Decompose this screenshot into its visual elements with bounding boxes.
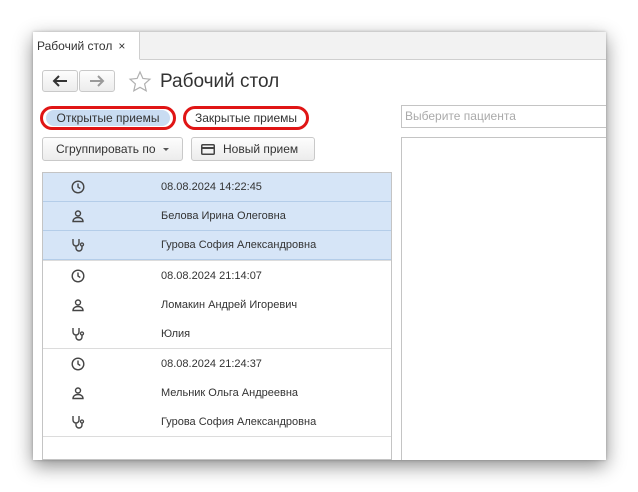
chevron-down-icon <box>162 148 169 151</box>
tab-bar: Рабочий стол × <box>33 32 606 60</box>
appointment-patient: Мельник Ольга Андреевна <box>161 386 299 399</box>
appointment-datetime-row: 08.08.2024 21:24:37 <box>43 349 391 378</box>
appointments-list[interactable]: 08.08.2024 14:22:45 Белова Ирина Олеговн… <box>42 172 392 460</box>
user-icon <box>72 298 84 311</box>
close-icon[interactable]: × <box>118 39 125 53</box>
appointment-item[interactable]: 08.08.2024 14:22:45 Белова Ирина Олеговн… <box>43 173 391 261</box>
appointment-datetime: 08.08.2024 21:14:07 <box>161 269 262 282</box>
appointment-patient-row: Ломакин Андрей Игоревич <box>43 290 391 319</box>
page-title: Рабочий стол <box>160 71 280 92</box>
appointment-patient-row: Белова Ирина Олеговна <box>43 202 391 231</box>
clock-icon <box>71 356 85 371</box>
arrow-left-icon <box>52 75 67 87</box>
appointment-item[interactable]: 08.08.2024 21:14:07 Ломакин Андрей Игоре… <box>43 261 391 349</box>
appointment-datetime-row: 08.08.2024 14:22:45 <box>43 173 391 202</box>
stethoscope-icon <box>72 239 85 252</box>
appointment-doctor-row: Юлия <box>43 319 391 348</box>
patient-search-input[interactable]: Выберите пациента <box>401 105 606 128</box>
appointment-doctor-row: Гурова София Александровна <box>43 407 391 436</box>
filter-open-label: Открытые приемы <box>56 111 160 125</box>
arrow-right-icon <box>90 75 105 87</box>
favorite-button[interactable] <box>128 70 152 99</box>
new-appointment-button[interactable]: Новый прием <box>191 137 315 161</box>
clock-icon <box>71 268 85 283</box>
appointment-datetime-row: 08.08.2024 21:14:07 <box>43 261 391 290</box>
user-icon <box>72 386 84 399</box>
appointment-patient-row: Мельник Ольга Андреевна <box>43 378 391 407</box>
star-icon <box>128 70 152 92</box>
tab-label: Рабочий стол <box>37 38 113 53</box>
appointment-patient: Белова Ирина Олеговна <box>161 210 286 222</box>
appointment-details-panel <box>401 137 606 460</box>
group-by-button[interactable]: Сгруппировать по <box>42 137 183 161</box>
appointment-doctor: Гурова София Александровна <box>161 239 317 251</box>
user-icon <box>72 210 84 223</box>
new-appointment-label: Новый прием <box>223 142 299 156</box>
appointment-datetime: 08.08.2024 21:24:37 <box>161 357 262 370</box>
back-button[interactable] <box>42 70 78 92</box>
filter-open-appointments[interactable]: Открытые приемы <box>40 106 176 130</box>
stethoscope-icon <box>72 327 85 341</box>
appointment-doctor: Гурова София Александровна <box>161 415 317 428</box>
appointment-datetime: 08.08.2024 14:22:45 <box>161 181 262 193</box>
window: Рабочий стол × Рабочий стол Открытые при… <box>33 32 606 460</box>
forward-button[interactable] <box>79 70 115 92</box>
appointment-item[interactable]: 08.08.2024 21:24:37 Мельник Ольга Андрее… <box>43 349 391 437</box>
appointment-doctor-row: Гурова София Александровна <box>43 231 391 260</box>
card-icon <box>201 143 215 155</box>
stethoscope-icon <box>72 415 85 429</box>
tab-desktop[interactable]: Рабочий стол × <box>33 32 140 60</box>
filter-closed-label: Закрытые приемы <box>194 111 298 125</box>
filter-closed-appointments[interactable]: Закрытые приемы <box>183 106 309 130</box>
appointment-doctor: Юлия <box>161 327 191 340</box>
appointment-patient: Ломакин Андрей Игоревич <box>161 298 298 311</box>
clock-icon <box>71 180 85 194</box>
group-by-label: Сгруппировать по <box>56 142 156 156</box>
